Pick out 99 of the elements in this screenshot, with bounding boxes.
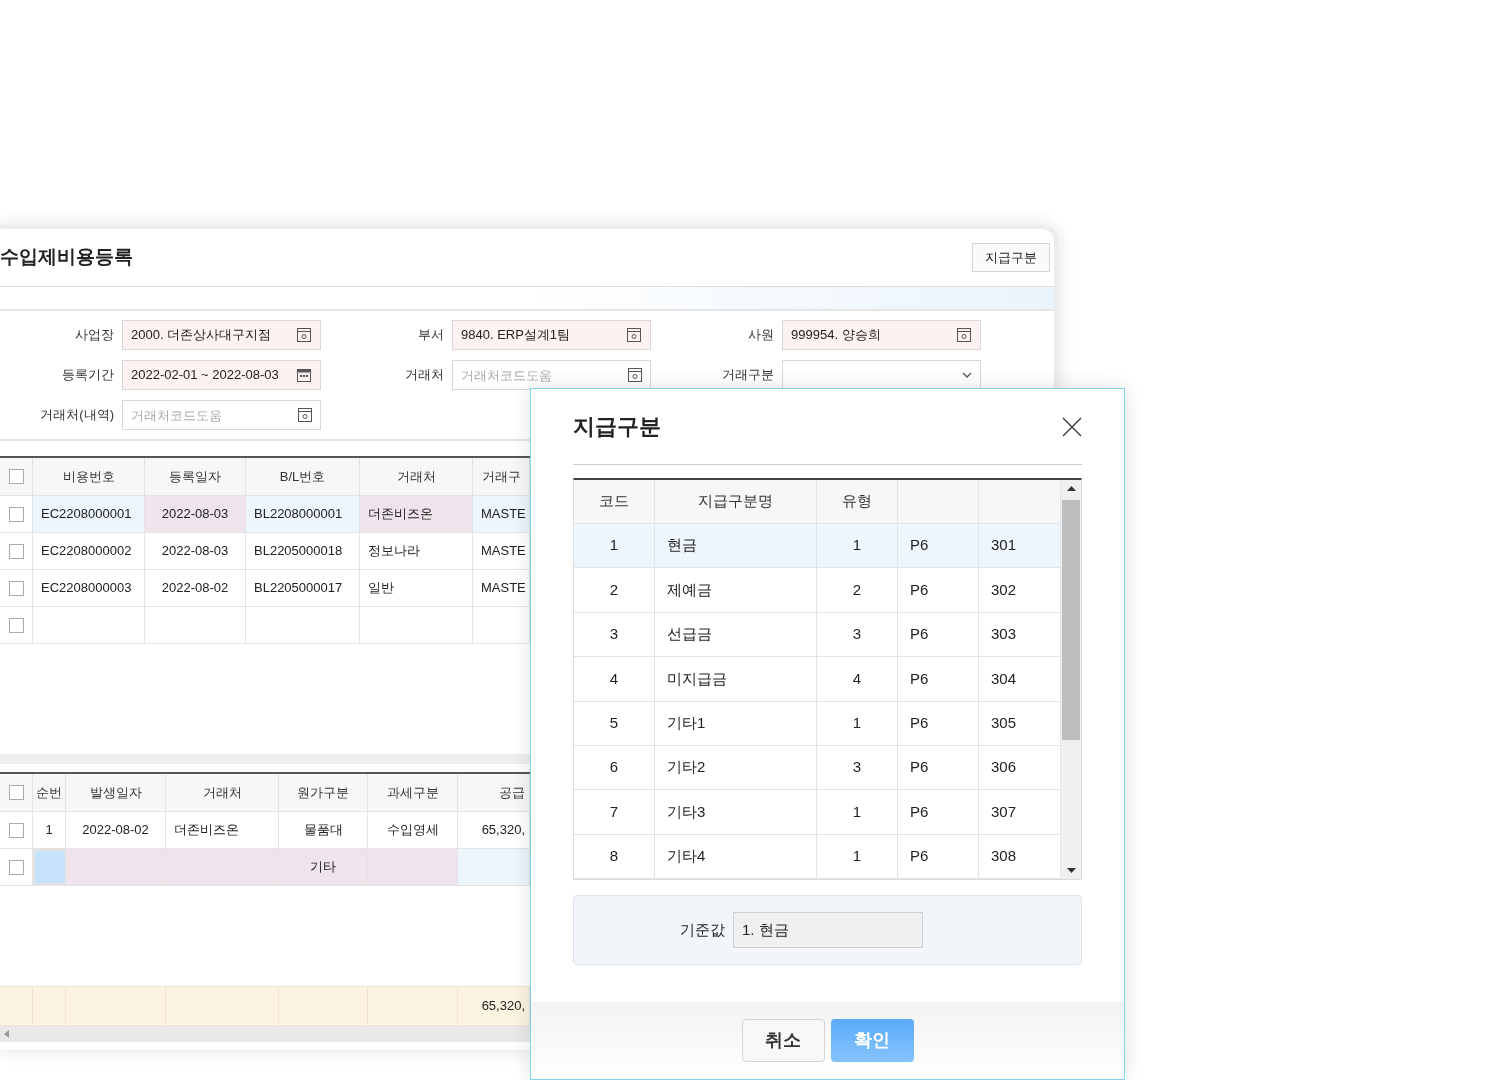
column-header[interactable]: 과세구분 — [368, 774, 458, 811]
table-cell: 1 — [817, 790, 898, 834]
close-icon[interactable] — [1062, 416, 1082, 437]
lookup-icon[interactable] — [626, 327, 642, 343]
lookup-icon[interactable] — [627, 367, 643, 383]
checkbox[interactable] — [8, 822, 24, 838]
table-cell: 4 — [817, 657, 898, 701]
checkbox[interactable] — [8, 543, 24, 559]
column-header[interactable]: 거래처 — [166, 774, 279, 811]
column-header[interactable]: B/L번호 — [246, 458, 360, 495]
table-row[interactable]: 2 제예금 2 P6 302 — [574, 568, 1061, 613]
table-cell: EC2208000001 — [33, 496, 145, 532]
calendar-icon[interactable] — [296, 367, 312, 383]
table-cell: 기타1 — [655, 701, 817, 745]
table-cell: 2 — [574, 568, 655, 612]
table-row[interactable]: 5 기타1 1 P6 305 — [574, 701, 1061, 746]
table-cell: P6 — [898, 834, 979, 879]
table-cell: 8 — [574, 834, 655, 879]
cancel-button[interactable]: 취소 — [741, 1019, 825, 1062]
table-cell: MASTE — [473, 496, 530, 532]
table-cell: P6 — [898, 657, 979, 701]
table-row[interactable]: 1 현금 1 P6 301 — [574, 524, 1061, 569]
field-label: 거래구분 — [721, 366, 775, 385]
table-cell: P6 — [898, 745, 979, 790]
table-row[interactable]: 4 미지급금 4 P6 304 — [574, 657, 1061, 702]
scrollbar[interactable] — [1061, 480, 1081, 880]
toolbar-button[interactable]: 지급구분 — [972, 243, 1050, 272]
input-field[interactable]: 9840. ERP설계1팀 — [452, 320, 651, 350]
field-label: 거래처(내역) — [39, 406, 115, 425]
table-cell: 더존비즈온 — [360, 496, 473, 532]
checkbox[interactable] — [8, 580, 24, 596]
active-cell[interactable] — [33, 849, 66, 885]
checkbox[interactable] — [8, 506, 24, 522]
column-header[interactable]: 등록일자 — [145, 458, 246, 495]
table-cell: 7 — [574, 790, 655, 834]
scroll-down-icon[interactable] — [1066, 868, 1076, 874]
table-cell: 2022-08-03 — [145, 496, 246, 532]
table-cell: 5 — [574, 701, 655, 745]
window-title: 수입제비용등록 — [0, 245, 133, 270]
lookup-icon[interactable] — [297, 407, 313, 423]
field-label: 사업장 — [74, 326, 115, 345]
table-cell: 3 — [574, 612, 655, 657]
table-cell: 2 — [817, 568, 898, 612]
checkbox[interactable] — [8, 469, 24, 484]
table-cell: 선급금 — [655, 612, 817, 657]
chevron-down-icon[interactable] — [962, 372, 972, 378]
table-cell: 기타3 — [655, 790, 817, 834]
table-row[interactable]: 8 기타4 1 P6 308 — [574, 834, 1061, 880]
input-field[interactable]: 999954. 양승희 — [782, 320, 981, 350]
column-header[interactable]: 발생일자 — [66, 774, 166, 811]
table-cell: 기타 — [279, 849, 368, 885]
table-cell: 3 — [817, 612, 898, 657]
table-cell: 기타4 — [655, 834, 817, 879]
input-field[interactable]: 거래처코드도움 — [452, 360, 651, 390]
table-row[interactable]: 7 기타3 1 P6 307 — [574, 790, 1061, 835]
table-cell: 1 — [817, 834, 898, 879]
checkbox[interactable] — [8, 859, 24, 875]
table-cell: P6 — [898, 612, 979, 657]
field-label: 등록기간 — [61, 366, 115, 385]
table-row[interactable]: 6 기타2 3 P6 306 — [574, 745, 1061, 791]
scroll-left-icon[interactable] — [4, 1030, 9, 1038]
lookup-icon[interactable] — [956, 327, 972, 343]
column-header[interactable]: 비용번호 — [33, 458, 145, 495]
table-cell: 6 — [574, 745, 655, 790]
table-cell: 현금 — [655, 524, 817, 568]
table-cell: 1 — [817, 701, 898, 745]
field-label: 기준값 — [680, 919, 725, 940]
table-cell: 4 — [574, 657, 655, 701]
table-cell: 1 — [574, 524, 655, 568]
table-cell: 기타2 — [655, 745, 817, 790]
dialog-title: 지급구분 — [573, 413, 661, 441]
input-field[interactable]: 거래처코드도움 — [122, 400, 321, 430]
column-header[interactable]: 지급구분명 — [655, 480, 817, 523]
column-header[interactable]: 원가구분 — [279, 774, 368, 811]
column-header[interactable]: 거래처 — [360, 458, 473, 495]
column-header[interactable]: 코드 — [574, 480, 655, 523]
table-cell: 3 — [817, 745, 898, 790]
input-field[interactable]: 2022-02-01 ~ 2022-08-03 — [122, 360, 321, 390]
table-cell: 미지급금 — [655, 657, 817, 701]
table-cell: P6 — [898, 568, 979, 612]
select-field[interactable] — [782, 360, 981, 390]
table-cell: 제예금 — [655, 568, 817, 612]
table-row[interactable]: 3 선급금 3 P6 303 — [574, 612, 1061, 658]
table-cell: P6 — [898, 701, 979, 745]
scroll-up-icon[interactable] — [1066, 486, 1076, 491]
input-field[interactable]: 1. 현금 — [733, 912, 923, 949]
table-cell: BL2208000001 — [246, 496, 360, 532]
lookup-icon[interactable] — [296, 327, 312, 343]
field-label: 부서 — [417, 326, 445, 345]
checkbox[interactable] — [8, 785, 24, 800]
field-label: 사원 — [747, 326, 775, 345]
checkbox[interactable] — [8, 617, 24, 633]
table-cell: 1 — [817, 524, 898, 568]
column-header[interactable]: 유형 — [817, 480, 898, 523]
field-label: 거래처 — [404, 366, 445, 385]
input-field[interactable]: 2000. 더존상사대구지점 — [122, 320, 321, 350]
table-cell: P6 — [898, 524, 979, 568]
column-header[interactable]: 순번 — [33, 774, 66, 811]
table-cell: P6 — [898, 790, 979, 834]
